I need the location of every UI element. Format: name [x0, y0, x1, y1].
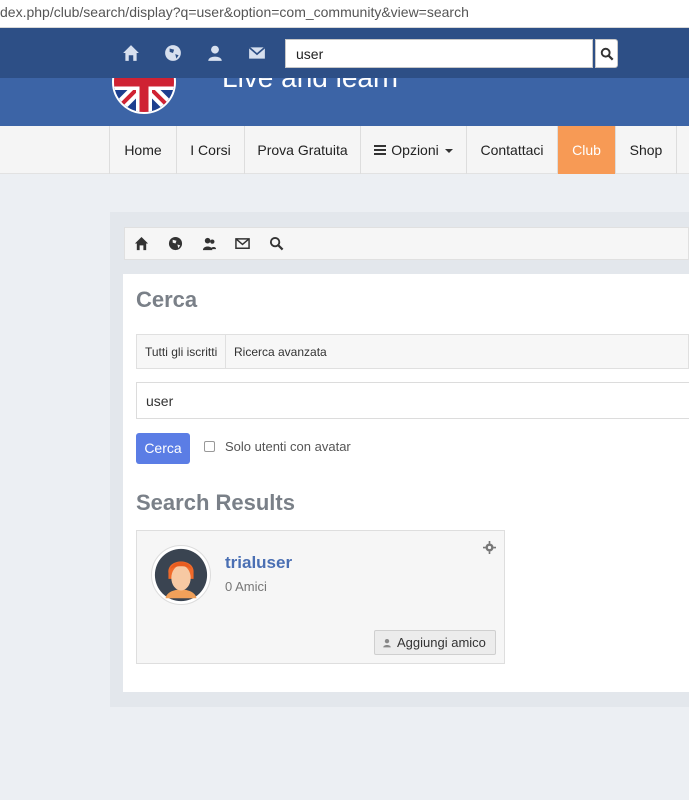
address-bar[interactable]: dex.php/club/search/display?q=user&optio… [0, 0, 689, 28]
brand-header: Live and learn [0, 78, 689, 126]
result-friends-count: 0 Amici [225, 579, 267, 594]
main-nav: Home I Corsi Prova Gratuita Opzioni Cont… [0, 126, 689, 174]
nav-label: I Corsi [190, 142, 231, 158]
home-icon[interactable] [122, 44, 140, 62]
address-url: dex.php/club/search/display?q=user&optio… [0, 4, 469, 20]
tab-advanced-search[interactable]: Ricerca avanzata [226, 335, 335, 368]
search-button[interactable]: Cerca [136, 433, 190, 464]
avatar-only-checkbox[interactable] [204, 441, 215, 452]
tab-all-members[interactable]: Tutti gli iscritti [137, 335, 227, 368]
nav-label: Shop [629, 142, 663, 158]
nav-corsi[interactable]: I Corsi [176, 126, 244, 174]
uk-flag-logo [112, 78, 176, 114]
search-icon[interactable] [269, 236, 284, 251]
nav-contattaci[interactable]: Contattaci [466, 126, 557, 174]
nav-label: Contattaci [480, 142, 544, 158]
nav-home[interactable]: Home [109, 126, 176, 174]
top-bar: user [0, 28, 689, 78]
friends-icon[interactable] [202, 236, 217, 251]
menu-icon [374, 143, 387, 157]
site-slogan: Live and learn [222, 78, 398, 94]
search-tabs: Tutti gli iscritti Ricerca avanzata [136, 334, 689, 369]
nav-club[interactable]: Club [557, 126, 615, 174]
home-icon[interactable] [134, 236, 149, 251]
add-friend-label: Aggiungi amico [397, 635, 486, 650]
top-search-button[interactable] [595, 39, 618, 68]
community-toolbar [124, 227, 689, 260]
nav-label: Home [124, 142, 162, 158]
nav-opzioni-dropdown[interactable]: Opzioni [360, 126, 466, 174]
nav-prova-gratuita[interactable]: Prova Gratuita [244, 126, 360, 174]
globe-icon[interactable] [164, 44, 182, 62]
nav-shop[interactable]: Shop [615, 126, 677, 174]
page-title: Cerca [136, 287, 198, 312]
search-input[interactable]: user [136, 382, 689, 419]
globe-icon[interactable] [168, 236, 183, 251]
add-friend-button[interactable]: Aggiungi amico [374, 630, 496, 655]
caret-down-icon [444, 149, 453, 153]
avatar-only-label: Solo utenti con avatar [225, 439, 351, 454]
user-icon [383, 638, 391, 648]
gear-icon[interactable] [483, 541, 496, 554]
mail-icon[interactable] [248, 44, 266, 62]
mail-icon[interactable] [235, 236, 250, 251]
nav-label: Opzioni [391, 142, 439, 158]
results-title: Search Results [136, 490, 295, 515]
nav-label: Prova Gratuita [257, 142, 348, 158]
search-icon [600, 47, 614, 61]
user-icon[interactable] [206, 44, 224, 62]
result-username[interactable]: trialuser [225, 553, 292, 573]
top-search-input[interactable]: user [285, 39, 593, 68]
nav-label: Club [572, 142, 601, 158]
avatar[interactable] [151, 545, 211, 605]
